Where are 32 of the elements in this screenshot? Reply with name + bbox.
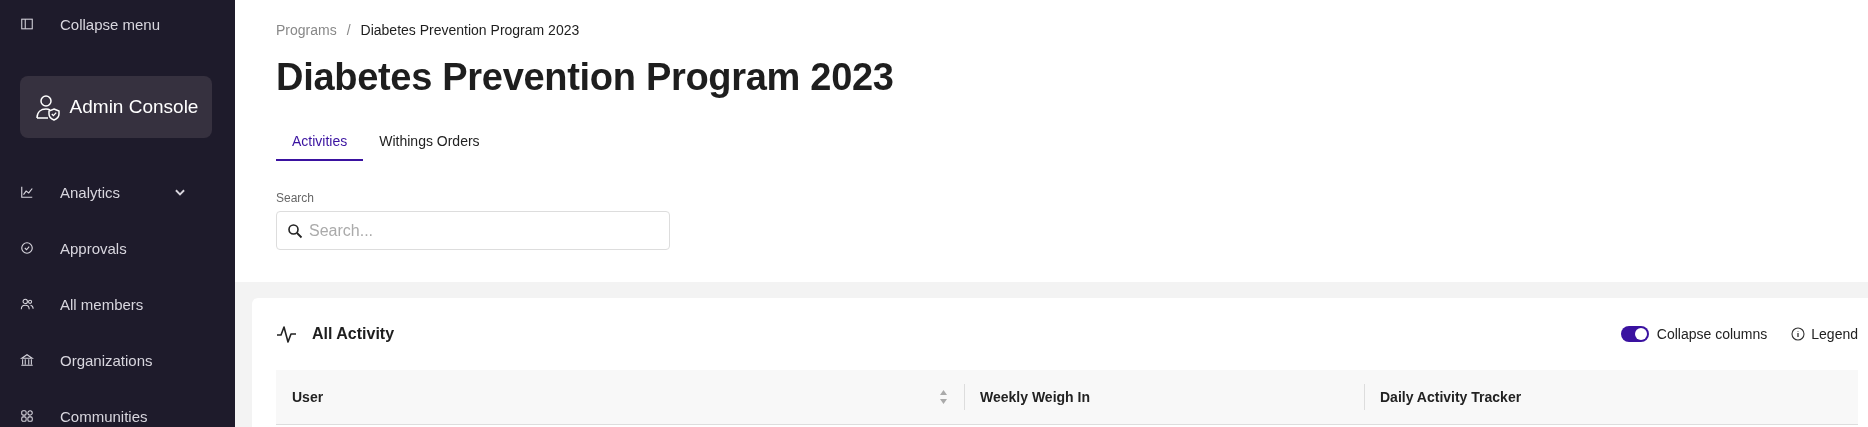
toggle-switch[interactable] — [1620, 326, 1649, 342]
user-shield-icon — [33, 93, 62, 121]
users-icon — [20, 297, 34, 311]
search-icon — [287, 223, 303, 239]
bank-icon — [20, 353, 34, 367]
search-field[interactable]: Search... — [276, 211, 670, 250]
page-title: Diabetes Prevention Program 2023 — [276, 56, 895, 99]
column-header[interactable]: Daily Activity Tracker — [1380, 389, 1522, 405]
sidebar-item[interactable]: Communities — [60, 407, 148, 425]
chart-icon — [20, 185, 34, 199]
sidebar-item[interactable]: Analytics — [60, 183, 121, 201]
search-label: Search — [276, 191, 316, 205]
check-circle-icon — [20, 241, 34, 255]
breadcrumb-current: Diabetes Prevention Program 2023 — [360, 22, 580, 38]
breadcrumb-separator: / — [346, 22, 351, 38]
tab[interactable]: Withings Orders — [363, 127, 496, 161]
tab[interactable]: Activities — [276, 127, 364, 161]
legend-button[interactable]: Legend — [1791, 326, 1858, 342]
breadcrumb-link[interactable]: Programs — [276, 22, 337, 38]
sidebar-item[interactable]: Approvals — [60, 239, 127, 257]
column-header[interactable]: Weekly Weigh In — [980, 389, 1090, 405]
activity-icon — [276, 324, 298, 344]
sidebar-icon — [20, 17, 34, 31]
sidebar-item[interactable]: Organizations — [60, 351, 153, 369]
toggle-label: Collapse columns — [1656, 326, 1768, 342]
collapse-menu-link[interactable]: Collapse menu — [60, 15, 161, 33]
column-header[interactable]: User — [292, 389, 324, 405]
sidebar-item[interactable]: All members — [60, 295, 144, 313]
card-title: All Activity — [312, 325, 395, 343]
admin-console-button[interactable]: Admin Console — [20, 76, 212, 138]
grid-icon — [20, 409, 34, 423]
info-icon — [1791, 327, 1806, 341]
